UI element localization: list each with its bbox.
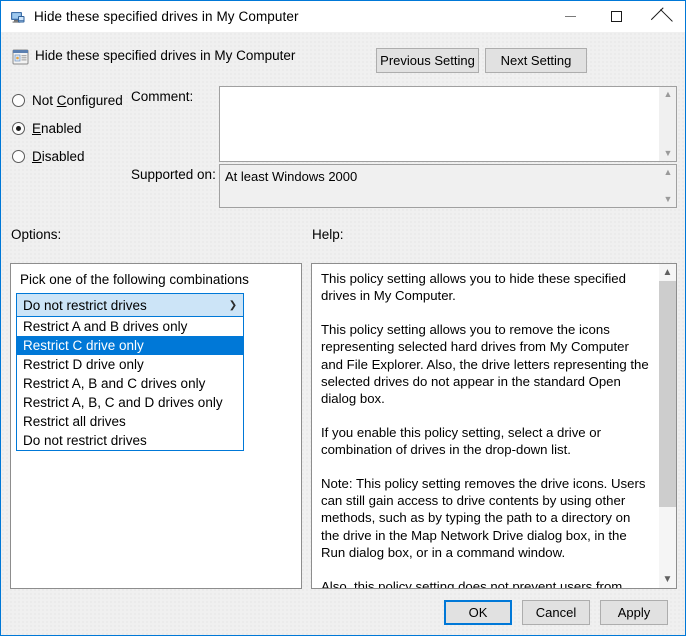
radio-enabled[interactable]: Enabled — [12, 119, 82, 137]
comment-textarea[interactable]: ▲ ▼ — [219, 86, 677, 162]
radio-indicator — [12, 150, 25, 163]
scrollbar-track[interactable] — [660, 102, 677, 146]
pick-combination-label: Pick one of the following combinations — [20, 272, 249, 287]
dropdown-option[interactable]: Restrict A and B drives only — [17, 317, 243, 336]
radio-disabled-label: Disabled — [32, 149, 85, 164]
help-paragraph: This policy setting allows you to hide t… — [321, 270, 651, 305]
supported-on-scrollbar[interactable]: ▲ ▼ — [659, 165, 676, 207]
title-bar: Hide these specified drives in My Comput… — [1, 1, 685, 32]
dropdown-option[interactable]: Do not restrict drives — [17, 431, 243, 450]
help-section-label: Help: — [312, 227, 344, 242]
drive-combination-dropdown[interactable]: Do not restrict drives ❯ — [16, 293, 244, 317]
options-section-label: Options: — [11, 227, 61, 242]
close-icon — [656, 10, 669, 23]
chevron-up-icon[interactable]: ▲ — [660, 87, 677, 102]
radio-indicator — [12, 122, 25, 135]
next-setting-button[interactable]: Next Setting — [485, 48, 587, 73]
help-paragraph: If you enable this policy setting, selec… — [321, 424, 651, 459]
maximize-button[interactable] — [593, 1, 639, 31]
radio-disabled[interactable]: Disabled — [12, 147, 85, 165]
computer-monitor-icon — [10, 9, 26, 25]
help-paragraph: Also, this policy setting does not preve… — [321, 578, 651, 588]
previous-setting-button[interactable]: Previous Setting — [376, 48, 479, 73]
dropdown-selected-value: Do not restrict drives — [17, 298, 223, 313]
comment-value[interactable] — [220, 87, 659, 161]
help-panel: This policy setting allows you to hide t… — [311, 263, 677, 589]
supported-on-value: At least Windows 2000 — [220, 165, 659, 207]
help-scrollbar[interactable]: ▲ ▼ — [659, 264, 676, 588]
chevron-up-icon[interactable]: ▲ — [660, 165, 677, 180]
apply-button[interactable]: Apply — [600, 600, 668, 625]
options-panel: Pick one of the following combinations D… — [10, 263, 302, 589]
help-paragraph: This policy setting allows you to remove… — [321, 321, 651, 408]
maximize-icon — [611, 11, 622, 22]
minimize-button[interactable] — [547, 1, 593, 31]
group-policy-setting-dialog: Hide these specified drives in My Comput… — [0, 0, 686, 636]
scrollbar-thumb[interactable] — [659, 281, 676, 507]
dropdown-option[interactable]: Restrict A, B and C drives only — [17, 374, 243, 393]
chevron-down-icon[interactable]: ▼ — [660, 146, 677, 161]
minimize-icon — [565, 16, 576, 17]
window-title: Hide these specified drives in My Comput… — [34, 9, 299, 24]
ok-button[interactable]: OK — [444, 600, 512, 625]
radio-enabled-label: Enabled — [32, 121, 82, 136]
chevron-up-icon[interactable]: ▲ — [659, 264, 676, 281]
comment-scrollbar[interactable]: ▲ ▼ — [659, 87, 676, 161]
help-text: This policy setting allows you to hide t… — [312, 264, 659, 588]
dropdown-option-list[interactable]: Restrict A and B drives onlyRestrict C d… — [16, 317, 244, 451]
chevron-down-icon[interactable]: ❯ — [223, 300, 243, 311]
chevron-down-icon[interactable]: ▼ — [659, 571, 676, 588]
radio-not-configured[interactable]: Not Configured — [12, 91, 123, 109]
dropdown-option[interactable]: Restrict A, B, C and D drives only — [17, 393, 243, 412]
policy-setting-icon — [12, 49, 29, 66]
radio-not-configured-label: Not Configured — [32, 93, 123, 108]
supported-on-label: Supported on: — [131, 167, 216, 182]
supported-on-field: At least Windows 2000 ▲ ▼ — [219, 164, 677, 208]
dropdown-option[interactable]: Restrict D drive only — [17, 355, 243, 374]
setting-name-heading: Hide these specified drives in My Comput… — [35, 48, 295, 63]
close-button[interactable] — [639, 1, 685, 31]
radio-indicator — [12, 94, 25, 107]
scrollbar-track[interactable] — [659, 281, 676, 571]
scrollbar-track[interactable] — [660, 180, 677, 192]
help-paragraph: Note: This policy setting removes the dr… — [321, 475, 651, 562]
cancel-button[interactable]: Cancel — [522, 600, 590, 625]
chevron-down-icon[interactable]: ▼ — [660, 192, 677, 207]
window-controls — [547, 1, 685, 31]
dropdown-option[interactable]: Restrict all drives — [17, 412, 243, 431]
comment-label: Comment: — [131, 89, 193, 104]
dropdown-option[interactable]: Restrict C drive only — [17, 336, 243, 355]
